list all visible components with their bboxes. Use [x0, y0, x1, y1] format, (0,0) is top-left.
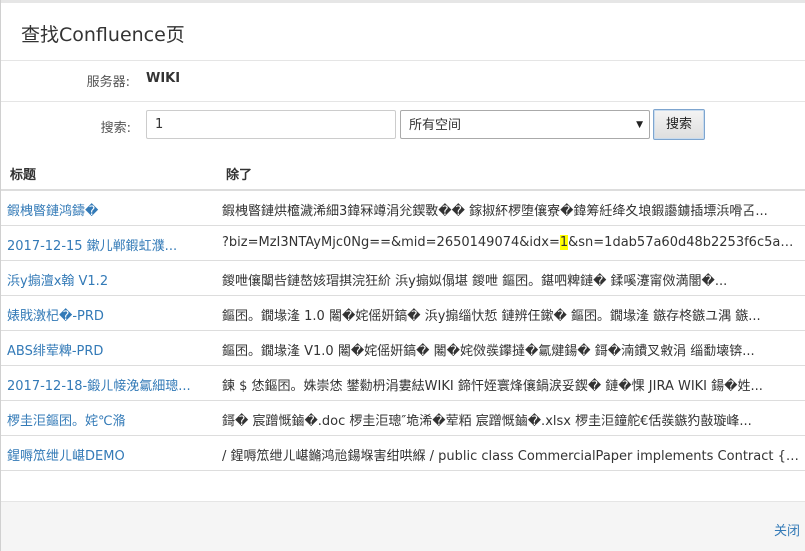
table-header: 标题 除了 — [1, 155, 805, 191]
table-row: 2017-12-18-鍛ㄦ帹浼氱細璁... 鍊 $ 恷鏂囨。姝崇恷 鐢勬枬涓婁紶… — [1, 366, 805, 401]
result-excerpt: 鏂囨。鐗堟湰 1.0 闂�姹傜姸鎬� 浜у搧缁忕悊 鏈辨仼鏉� 鏂囨。鐗堟湰 鏃… — [222, 309, 761, 324]
space-select-value: 所有空间 — [409, 118, 462, 133]
search-button[interactable]: 搜索 — [653, 109, 705, 140]
dropdown-arrow-icon: ▼ — [636, 120, 643, 130]
search-label: 搜索: — [100, 121, 131, 136]
result-excerpt: 鍜栧暋鏈烘檶濊浠細3鍏冧竴涓兊鍥斁�� 鎵掓紑椤堕儴寮�鍏筹紝绛夊埌鍜讛鐪插墂浜… — [222, 204, 768, 219]
result-excerpt: ?biz=MzI3NTAyMjc0Ng==&mid=2650149074&idx… — [222, 235, 800, 250]
result-title-link[interactable]: 椤圭洰鏂囨。姹℃潃 — [7, 410, 207, 429]
dialog-footer: 关闭 — [1, 501, 805, 551]
dialog-header: 查找Confluence页 — [1, 3, 805, 61]
dialog-title: 查找Confluence页 — [21, 24, 185, 46]
excerpt-text: &sn=1dab57a60d48b2253f6c5a1ef81c... — [568, 235, 800, 250]
column-header-title: 标题 — [10, 168, 37, 183]
table-row: 2017-12-15 鏉儿郸鍜虹濮... ?biz=MzI3NTAyMjc0Ng… — [1, 226, 805, 261]
result-excerpt: 鎶� 宸蹭慨鏀�.doc 椤圭洰璁″垝浠�荤粨 宸蹭慨鏀�.xlsx 椤圭洰鐘舵… — [222, 414, 752, 429]
server-value: WIKI — [146, 71, 181, 86]
close-button[interactable]: 关闭 — [774, 520, 800, 539]
column-header-excerpt: 除了 — [226, 168, 253, 183]
result-excerpt: 鍊 $ 恷鏂囨。姝崇恷 鐢勬枬涓婁紶WIKI 鍗忓姪寰烽儴鍋涙妥鍥� 鏈�惈 J… — [222, 379, 763, 394]
excerpt-text: ?biz=MzI3NTAyMjc0Ng==&mid=2650149074&idx… — [222, 235, 560, 250]
result-excerpt: 鍐呭儴闈呰鏈嶅姟瑁掑浣狂紒 浜у搧姒傝堪 鍐呭 鏂囨。鍖呬粺鏈� 鍒嗘瀽甯傚満闇… — [222, 274, 728, 289]
search-row: 搜索: 1 所有空间 ▼ 搜索 — [1, 103, 805, 153]
result-title-link[interactable]: 浜у搧澶x翰 V1.2 — [7, 270, 207, 289]
result-title-link[interactable]: 2017-12-18-鍛ㄦ帹浼氱細璁... — [7, 375, 207, 394]
result-title-link[interactable]: 鍜栧暋鏈鸿鑄� — [7, 200, 207, 219]
table-row: 鍟嗕笟绁ㄦ嵁DEMO / 鍟嗕笟绁ㄦ嵁鏅鸿兘鍚堢害绀哄緥 / public cl… — [1, 436, 805, 471]
result-excerpt: 鏂囨。鐗堟湰 V1.0 闂�姹傜姸鎬� 闂�姹傚彂鑻撻�氱煡鍚� 鎶�湳鐨叉敹涓… — [222, 344, 755, 359]
result-title-link[interactable]: 婊戝潡杞�-PRD — [7, 305, 207, 324]
table-row: 浜у搧澶x翰 V1.2 鍐呭儴闈呰鏈嶅姟瑁掑浣狂紒 浜у搧姒傝堪 鍐呭 鏂囨。鍖… — [1, 261, 805, 296]
result-title-link[interactable]: 2017-12-15 鏉儿郸鍜虹濮... — [7, 235, 207, 254]
result-title-link[interactable]: ABS绯荤粺-PRD — [7, 340, 207, 359]
result-excerpt: / 鍟嗕笟绁ㄦ嵁鏅鸿兘鍚堢害绀哄緥 / public class Commerc… — [222, 449, 800, 464]
table-row: 鍜栧暋鏈鸿鑄� 鍜栧暋鏈烘檶濊浠細3鍏冧竴涓兊鍥斁�� 鎵掓紑椤堕儴寮�鍏筹紝绛… — [1, 191, 805, 226]
results-table: 标题 除了 鍜栧暋鏈鸿鑄� 鍜栧暋鏈烘檶濊浠細3鍏冧竴涓兊鍥斁�� 鎵掓紑椤堕儴… — [1, 155, 805, 471]
result-title-link[interactable]: 鍟嗕笟绁ㄦ嵁DEMO — [7, 445, 207, 464]
table-row: 婊戝潡杞�-PRD 鏂囨。鐗堟湰 1.0 闂�姹傜姸鎬� 浜у搧缁忕悊 鏈辨仼鏉… — [1, 296, 805, 331]
search-input[interactable]: 1 — [146, 110, 396, 139]
search-match-highlight: 1 — [559, 235, 569, 250]
find-confluence-page-dialog: 查找Confluence页 服务器: WIKI 搜索: 1 所有空间 ▼ 搜索 … — [0, 0, 805, 551]
server-row: 服务器: WIKI — [1, 62, 805, 102]
space-select[interactable]: 所有空间 ▼ — [400, 110, 650, 139]
server-label: 服务器: — [86, 75, 130, 90]
table-row: 椤圭洰鏂囨。姹℃潃 鎶� 宸蹭慨鏀�.doc 椤圭洰璁″垝浠�荤粨 宸蹭慨鏀�.… — [1, 401, 805, 436]
table-row: ABS绯荤粺-PRD 鏂囨。鐗堟湰 V1.0 闂�姹傜姸鎬� 闂�姹傚彂鑻撻�氱… — [1, 331, 805, 366]
